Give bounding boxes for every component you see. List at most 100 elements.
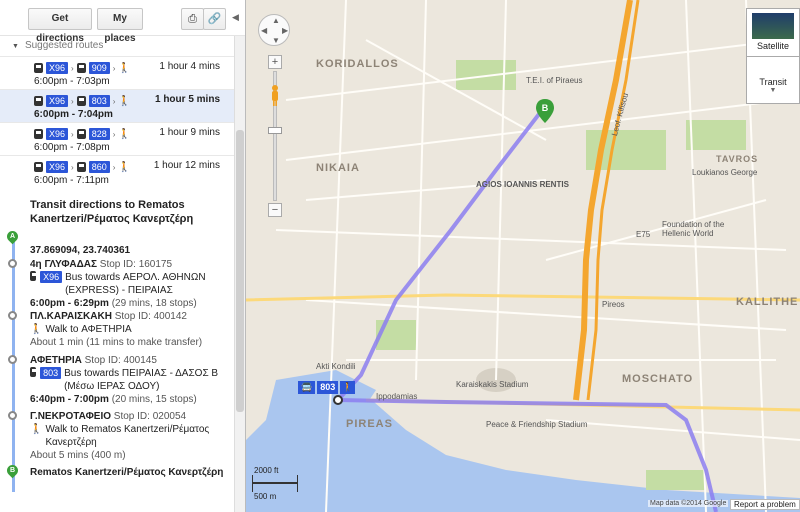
marker-a-icon: A bbox=[4, 228, 21, 245]
route-option[interactable]: X96 › 828 › 🚶 1 hour 9 mins 6:00pm - 7:08pm bbox=[0, 122, 234, 155]
chevron-down-icon: ▼ bbox=[769, 87, 777, 94]
route-stop-marker bbox=[333, 395, 343, 405]
bus-line-chip: X96 bbox=[46, 95, 69, 107]
map-canvas[interactable]: KORIDALLOS NIKAIA AGIOS IOANNIS RENTIS T… bbox=[246, 0, 800, 512]
bus-line-chip: X96 bbox=[46, 161, 69, 173]
road-label: Ippodamias bbox=[376, 392, 418, 401]
bus-line-chip: 828 bbox=[88, 128, 110, 140]
my-places-button[interactable]: My places bbox=[97, 8, 143, 44]
district-label: NIKAIA bbox=[316, 162, 360, 174]
map-attribution: Map data ©2014 Google bbox=[648, 500, 729, 507]
walk-icon: 🚶 bbox=[118, 95, 131, 107]
pan-up-icon[interactable]: ▲ bbox=[272, 16, 280, 25]
poi-label: Karaiskakis Stadium bbox=[456, 380, 529, 389]
route-list: X96 › 909 › 🚶 1 hour 4 mins 6:00pm - 7:03pm X96… bbox=[0, 56, 234, 188]
bus-line-chip: X96 bbox=[46, 62, 69, 74]
bus-icon bbox=[30, 367, 38, 377]
bus-icon bbox=[34, 162, 43, 172]
pan-down-icon[interactable]: ▼ bbox=[272, 36, 280, 45]
get-directions-button[interactable]: Get directions bbox=[28, 8, 92, 44]
district-label: AGIOS IOANNIS RENTIS bbox=[476, 180, 569, 189]
pan-control[interactable]: ▲ ▼ ◀ ▶ bbox=[258, 14, 290, 46]
district-label: KALLITHE bbox=[736, 296, 799, 308]
route-option[interactable]: X96 › 909 › 🚶 1 hour 4 mins 6:00pm - 7:03pm bbox=[0, 56, 234, 89]
svg-text:B: B bbox=[542, 103, 549, 113]
stop-dot bbox=[8, 411, 17, 420]
route-duration: 1 hour 4 mins bbox=[159, 61, 220, 72]
transit-layer-toggle[interactable]: Transit ▼ bbox=[746, 56, 800, 104]
report-problem-link[interactable]: Report a problem bbox=[730, 499, 800, 510]
zoom-in-button[interactable]: + bbox=[268, 55, 282, 69]
chevron-right-icon: › bbox=[71, 129, 74, 139]
stop-dot bbox=[8, 259, 17, 268]
marker-b-icon: B bbox=[4, 462, 21, 479]
chevron-right-icon: › bbox=[71, 162, 74, 172]
poi-label: T.E.I. of Piraeus bbox=[526, 76, 583, 85]
route-times: 6:00pm - 7:04pm bbox=[34, 109, 113, 120]
collapse-panel-icon[interactable]: ◀ bbox=[232, 12, 239, 23]
bus-icon bbox=[76, 63, 86, 73]
poi-label: Foundation of the Hellenic World bbox=[662, 220, 725, 238]
route-duration: 1 hour 9 mins bbox=[159, 127, 220, 138]
park-area bbox=[686, 120, 746, 150]
bus-line-chip: 803 bbox=[40, 367, 62, 379]
chevron-right-icon: › bbox=[112, 96, 116, 106]
panel-toolbar: Get directions My places ⎙ 🔗 ◀ bbox=[0, 0, 245, 44]
stop-dot bbox=[8, 355, 17, 364]
poi-label: Loukianos George bbox=[692, 168, 758, 177]
print-icon[interactable]: ⎙ bbox=[181, 8, 204, 30]
satellite-toggle[interactable]: Satellite bbox=[746, 8, 800, 60]
zoom-control: + − bbox=[268, 55, 282, 221]
pegman-icon[interactable] bbox=[270, 84, 280, 106]
chevron-right-icon: › bbox=[71, 63, 74, 73]
walk-icon: 🚶 bbox=[30, 424, 43, 435]
road-label: E75 bbox=[636, 230, 651, 239]
route-times: 6:00pm - 7:03pm bbox=[34, 76, 110, 87]
directions-steps: A 37.869094, 23.740361 4η ΓΛΥΦΑΔΑΣ Stop … bbox=[0, 228, 234, 492]
route-times: 6:00pm - 7:08pm bbox=[34, 142, 110, 153]
route-duration: 1 hour 5 mins bbox=[154, 94, 220, 105]
bus-icon: 🚍 bbox=[298, 381, 316, 394]
bus-icon bbox=[34, 129, 43, 139]
poi-label: Peace & Friendship Stadium bbox=[486, 420, 588, 429]
bus-line-chip: 909 bbox=[88, 62, 110, 74]
walk-icon: 🚶 bbox=[118, 128, 131, 140]
route-badge[interactable]: 🚍 803 🚶 bbox=[298, 381, 356, 394]
start-coords: 37.869094, 23.740361 bbox=[30, 245, 131, 256]
panel-content: ▼ Suggested routes X96 › 909 › 🚶 1 hour 4 mins… bbox=[0, 36, 234, 512]
walk-icon: 🚶 bbox=[30, 324, 43, 335]
district-label: PIREAS bbox=[346, 418, 393, 430]
district-label: TAVROS bbox=[716, 154, 759, 164]
start-step: A 37.869094, 23.740361 bbox=[0, 228, 234, 258]
park-area bbox=[376, 320, 416, 350]
panel-scrollbar[interactable] bbox=[234, 36, 245, 512]
map-graphics bbox=[246, 0, 800, 512]
link-icon[interactable]: 🔗 bbox=[203, 8, 226, 30]
end-step: B Rematos Kanertzeri/Ρέματος Κανερτζέρη bbox=[0, 462, 234, 486]
step-3[interactable]: ΑΦΕΤΗΡΙΑ Stop ID: 400145 803 Bus towards … bbox=[0, 354, 234, 410]
walk-icon: 🚶 bbox=[118, 161, 131, 173]
step-4[interactable]: Γ.ΝΕΚΡΟΤΑΦΕΙΟ Stop ID: 020054 🚶 Walk to R… bbox=[0, 410, 234, 466]
bus-line-chip: 803 bbox=[88, 95, 110, 107]
maps-app: Get directions My places ⎙ 🔗 ◀ ▼ Suggeste… bbox=[0, 0, 800, 512]
chevron-right-icon: › bbox=[112, 129, 116, 139]
suggested-routes-header[interactable]: ▼ Suggested routes bbox=[0, 36, 234, 56]
zoom-slider-thumb[interactable] bbox=[268, 127, 282, 134]
scrollbar-thumb[interactable] bbox=[236, 130, 244, 412]
bus-icon bbox=[34, 63, 43, 73]
pan-right-icon[interactable]: ▶ bbox=[282, 26, 288, 35]
bus-line-chip: X96 bbox=[40, 271, 63, 283]
bus-icon bbox=[76, 162, 86, 172]
chevron-right-icon: › bbox=[112, 162, 116, 172]
bus-line-chip: X96 bbox=[46, 128, 69, 140]
road-label: Pireos bbox=[602, 300, 625, 309]
road-label: Akti Kondili bbox=[316, 362, 356, 371]
bus-icon bbox=[76, 129, 86, 139]
step-2[interactable]: ΠΛ.ΚΑΡΑΙΣΚΑΚΗ Stop ID: 400142 🚶 Walk to Α… bbox=[0, 310, 234, 354]
pan-left-icon[interactable]: ◀ bbox=[261, 26, 267, 35]
route-option[interactable]: X96 › 860 › 🚶 1 hour 12 mins 6:00pm - 7:11pm bbox=[0, 155, 234, 188]
chevron-right-icon: › bbox=[71, 96, 74, 106]
zoom-out-button[interactable]: − bbox=[268, 203, 282, 217]
route-option[interactable]: X96 › 803 › 🚶 1 hour 5 mins 6:00pm - 7:04pm bbox=[0, 89, 234, 122]
step-1[interactable]: 4η ΓΛΥΦΑΔΑΣ Stop ID: 160175 X96 Bus towar… bbox=[0, 258, 234, 310]
